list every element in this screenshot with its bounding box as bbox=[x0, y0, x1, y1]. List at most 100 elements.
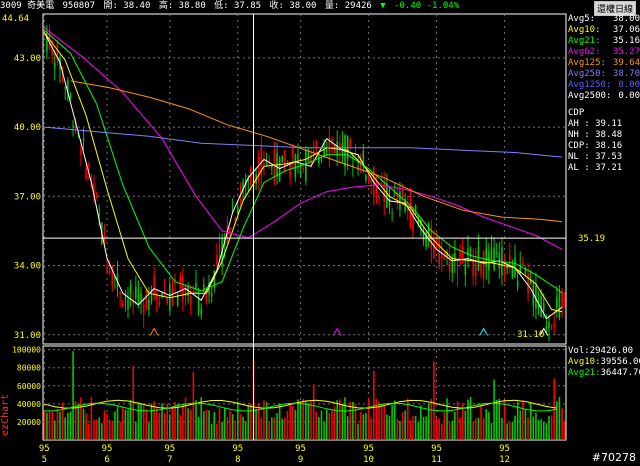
quote-date: 950807 bbox=[62, 1, 96, 11]
candle-body bbox=[294, 155, 297, 178]
candle-body bbox=[278, 157, 281, 182]
volume-bar bbox=[383, 405, 386, 440]
candle-body bbox=[459, 250, 461, 264]
candle-body bbox=[393, 192, 396, 195]
volume-bar bbox=[276, 412, 278, 440]
candle-body bbox=[210, 293, 213, 297]
ma-legend-row: Avg62: 35.27 bbox=[568, 47, 640, 57]
candle-body bbox=[380, 182, 383, 184]
candle-body bbox=[302, 167, 304, 170]
candle-body bbox=[124, 297, 127, 300]
volume-bar bbox=[234, 420, 236, 440]
volume-bar bbox=[195, 400, 197, 440]
candle-body bbox=[545, 325, 548, 329]
candle-body bbox=[140, 292, 142, 303]
x-tick-year: 95 bbox=[102, 444, 113, 454]
volume-bar bbox=[69, 411, 72, 440]
volume-bar bbox=[556, 401, 558, 440]
cdp-row: NH : 38.48 bbox=[568, 130, 623, 140]
price-panel-frame bbox=[42, 13, 567, 345]
volume-bar bbox=[64, 417, 67, 440]
volume-bar bbox=[472, 421, 474, 440]
volume-bar bbox=[414, 415, 417, 440]
x-tick-month: 12 bbox=[499, 455, 510, 465]
candle-body bbox=[297, 154, 299, 160]
candle-body bbox=[550, 325, 553, 328]
volume-bar bbox=[477, 417, 480, 440]
candle-body bbox=[542, 303, 545, 311]
ma-legend-row: Avg1250: 0.00 bbox=[568, 80, 640, 90]
candle-body bbox=[53, 62, 56, 67]
volume-bar bbox=[346, 416, 349, 440]
moving-average-line-avg250 bbox=[44, 126, 563, 158]
chart-svg[interactable]: 43.00 40.00 37.00 34.00 31.00 44.64 100000 8000… bbox=[0, 0, 640, 466]
volume-bar bbox=[336, 400, 338, 440]
volume-bar bbox=[278, 403, 281, 440]
cdp-row: AL : 37.21 bbox=[568, 163, 623, 173]
volume-bar bbox=[454, 412, 456, 440]
volume-bar bbox=[312, 384, 315, 440]
candle-body bbox=[352, 165, 354, 167]
volume-bar bbox=[158, 412, 161, 440]
x-tick-year: 95 bbox=[499, 444, 510, 454]
candle-body bbox=[315, 141, 318, 148]
volume-bar bbox=[537, 420, 540, 440]
volume-bar bbox=[299, 402, 302, 440]
candle-body bbox=[386, 183, 388, 209]
candle-body bbox=[401, 189, 404, 194]
volume-bar bbox=[169, 414, 171, 440]
volume-bar bbox=[155, 408, 158, 440]
candle-body bbox=[257, 156, 260, 182]
volume-bar bbox=[46, 412, 48, 440]
volume-bar bbox=[291, 405, 294, 440]
volume-bar bbox=[417, 422, 420, 440]
volume-bar bbox=[446, 398, 448, 440]
volume-bar bbox=[464, 410, 467, 440]
volume-bar bbox=[357, 423, 359, 440]
volume-bar bbox=[257, 402, 260, 440]
candle-body bbox=[195, 282, 197, 289]
volume-bar bbox=[404, 410, 406, 440]
volume-bar bbox=[197, 417, 200, 440]
volume-tick-label: 20000 bbox=[17, 418, 41, 427]
candle-body bbox=[179, 275, 182, 289]
candle-body bbox=[148, 299, 150, 310]
candle-body bbox=[85, 168, 87, 178]
volume-bar bbox=[341, 404, 344, 440]
volume-bar bbox=[480, 404, 482, 440]
volume-bar bbox=[137, 403, 140, 440]
candle-body bbox=[558, 293, 561, 318]
volume-bar bbox=[519, 410, 522, 440]
volume-bar bbox=[187, 408, 189, 440]
candle-body bbox=[271, 165, 273, 168]
open-price: 開: 38.40 bbox=[103, 1, 151, 11]
x-tick-year: 95 bbox=[232, 444, 243, 454]
volume-bar bbox=[244, 420, 247, 440]
x-tick-month: 9 bbox=[298, 455, 303, 465]
volume-bar bbox=[56, 408, 59, 440]
volume-bar bbox=[294, 410, 297, 440]
candle-body bbox=[127, 299, 129, 310]
candle-body bbox=[451, 257, 454, 273]
candle-body bbox=[121, 303, 124, 308]
cdp-title: CDP bbox=[568, 108, 585, 118]
volume-bar bbox=[129, 399, 132, 440]
price-tick-label: 37.00 bbox=[14, 192, 41, 202]
volume-bar bbox=[456, 401, 459, 440]
volume-bar bbox=[250, 403, 252, 440]
volume-bar bbox=[286, 410, 289, 440]
brand-logo: ezChart bbox=[0, 394, 11, 436]
candle-body bbox=[129, 285, 132, 294]
volume-bar bbox=[95, 419, 98, 440]
volume-bar bbox=[441, 423, 443, 440]
candle-body bbox=[477, 246, 480, 271]
candle-body bbox=[514, 257, 516, 277]
candle-body bbox=[365, 175, 367, 181]
candle-body bbox=[305, 150, 307, 181]
candle-body bbox=[456, 273, 459, 275]
candle-body bbox=[482, 250, 485, 279]
volume-bar bbox=[77, 403, 80, 440]
candle-body bbox=[64, 87, 67, 89]
candle-body bbox=[516, 280, 519, 288]
volume-bar bbox=[229, 410, 231, 440]
